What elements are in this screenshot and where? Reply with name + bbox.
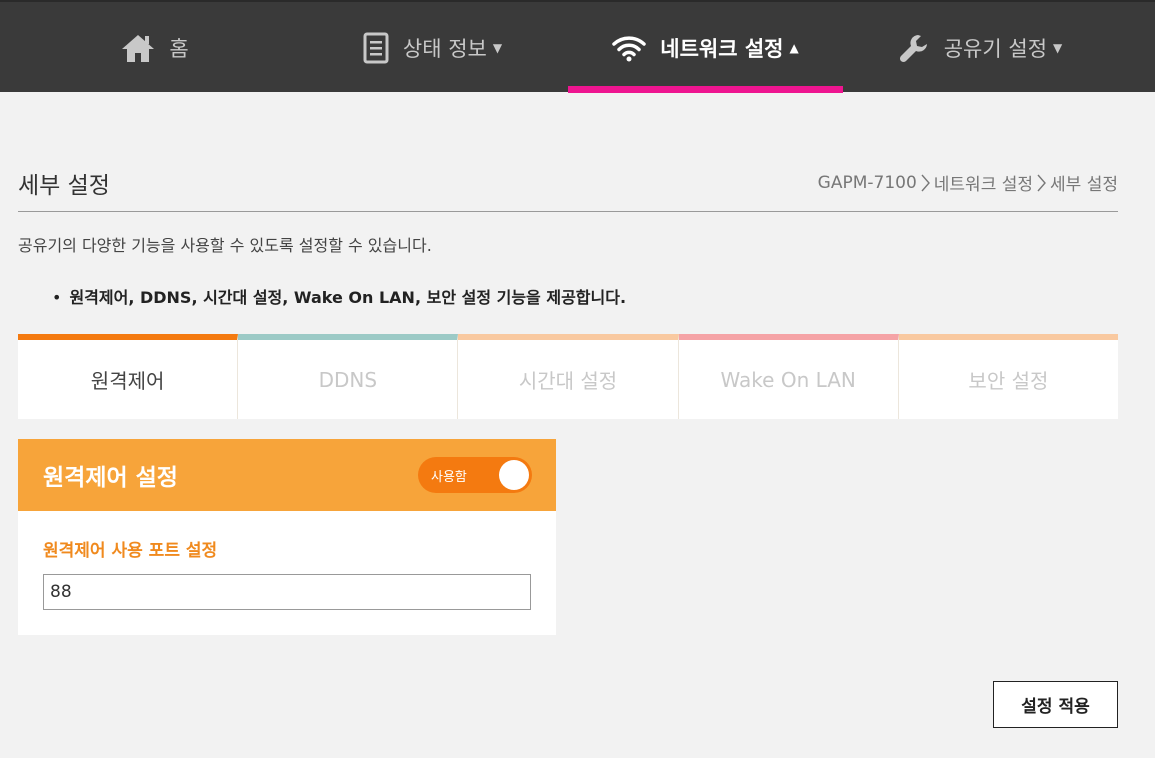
breadcrumb-item[interactable]: 네트워크 설정 [934, 170, 1033, 195]
panel-title: 원격제어 설정 [43, 465, 178, 491]
chevron-down-icon: ▼ [492, 41, 503, 55]
nav-router[interactable]: 공유기 설정 ▼ [885, 2, 1075, 94]
tab-timezone[interactable]: 시간대 설정 [458, 334, 679, 419]
wifi-icon [612, 34, 647, 62]
feature-note-text: 원격제어, DDNS, 시간대 설정, Wake On LAN, 보안 설정 기… [69, 288, 627, 307]
nav-home[interactable]: 홈 [115, 2, 195, 94]
tab-label: DDNS [318, 367, 378, 392]
apply-settings-button[interactable]: 설정 적용 [993, 681, 1118, 728]
nav-status-label: 상태 정보 [402, 37, 487, 61]
tab-remote-control[interactable]: 원격제어 [18, 334, 239, 419]
breadcrumb-item[interactable]: GAPM-7100 [818, 173, 917, 193]
toggle-knob [499, 460, 529, 490]
nav-status[interactable]: 상태 정보 ▼ [350, 2, 515, 94]
chevron-up-icon: ▲ [789, 41, 799, 55]
home-icon [121, 33, 155, 63]
active-nav-indicator [568, 86, 843, 93]
page-title: 세부 설정 [18, 173, 110, 199]
remote-control-panel: 원격제어 설정 사용함 원격제어 사용 포트 설정 [18, 439, 556, 635]
nav-network-label: 네트워크 설정 [660, 37, 784, 61]
top-nav: 홈 상태 정보 ▼ 네트워크 설정 ▲ 공유기 설정 ▼ [0, 0, 1155, 94]
tab-security[interactable]: 보안 설정 [898, 334, 1119, 419]
panel-header: 원격제어 설정 사용함 [18, 439, 556, 511]
divider [18, 211, 1118, 212]
tab-label: 원격제어 [90, 369, 165, 393]
tab-ddns[interactable]: DDNS [238, 334, 459, 419]
tab-wake-on-lan[interactable]: Wake On LAN [678, 334, 899, 419]
port-field-label: 원격제어 사용 포트 설정 [43, 541, 218, 561]
port-input[interactable] [43, 574, 531, 610]
chevron-right-icon [921, 174, 930, 192]
nav-router-label: 공유기 설정 [943, 37, 1048, 61]
remote-control-toggle[interactable]: 사용함 [418, 457, 532, 493]
bullet-marker: • [52, 288, 62, 307]
chevron-right-icon [1037, 174, 1046, 192]
breadcrumb: GAPM-7100 네트워크 설정 세부 설정 [818, 170, 1118, 196]
page-description: 공유기의 다양한 기능을 사용할 수 있도록 설정할 수 있습니다. [18, 236, 432, 255]
tab-label: 보안 설정 [968, 369, 1049, 393]
tab-label: 시간대 설정 [518, 369, 618, 393]
chevron-down-icon: ▼ [1053, 41, 1063, 55]
feature-note: • 원격제어, DDNS, 시간대 설정, Wake On LAN, 보안 설정 … [52, 284, 626, 308]
document-icon [363, 32, 389, 64]
nav-home-label: 홈 [169, 37, 189, 61]
settings-tabs: 원격제어 DDNS 시간대 설정 Wake On LAN 보안 설정 [18, 334, 1119, 419]
nav-network[interactable]: 네트워크 설정 ▲ [568, 2, 843, 94]
toggle-label: 사용함 [431, 470, 467, 485]
wrench-icon [898, 32, 930, 64]
breadcrumb-item: 세부 설정 [1050, 175, 1118, 195]
tab-label: Wake On LAN [720, 367, 856, 392]
